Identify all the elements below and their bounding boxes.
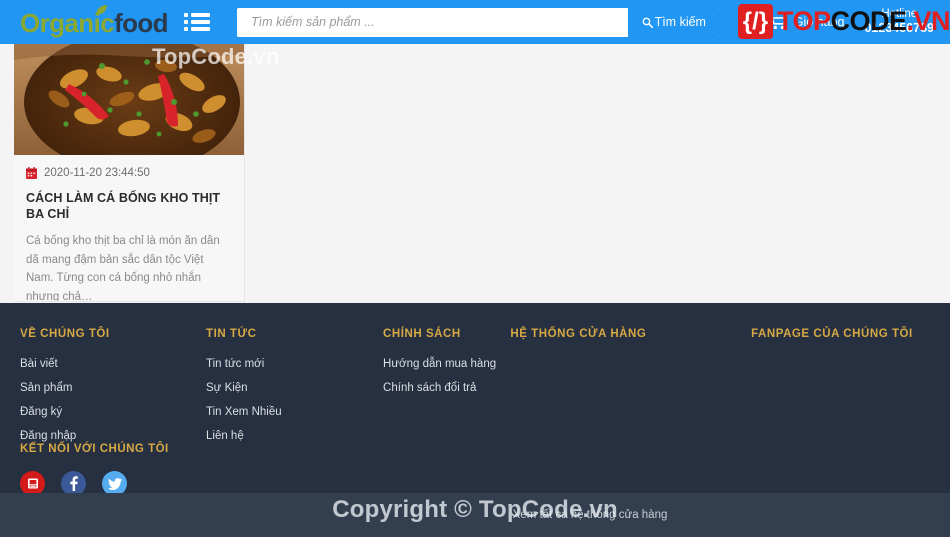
site-logo[interactable]: Organicfood <box>20 5 169 38</box>
facebook-glyph <box>70 476 78 491</box>
calendar-icon <box>26 167 37 179</box>
footer-column-news: TIN TỨC Tin tức mới Sự Kiện Tin Xem Nhiề… <box>206 328 383 454</box>
footer-heading-fanpage: FANPAGE CỦA CHÚNG TÔI <box>751 328 913 340</box>
search-button[interactable]: Tìm kiếm <box>627 7 720 37</box>
article-thumbnail[interactable] <box>14 44 244 155</box>
search-button-label: Tìm kiếm <box>654 15 706 29</box>
article-card[interactable]: 2020-11-20 23:44:50 CÁCH LÀM CÁ BỐNG KHO… <box>14 44 245 302</box>
dish-photo <box>14 44 244 155</box>
youtube-glyph <box>27 478 38 489</box>
search-box: Tìm kiếm <box>236 7 720 37</box>
footer-link-san-pham[interactable]: Sản phẩm <box>20 382 206 394</box>
footer-heading-connect: KẾT NỐI VỚI CHÚNG TÔI <box>20 443 169 455</box>
footer-heading-about: VỀ CHÚNG TÔI <box>20 328 110 340</box>
footer-column-about: VỀ CHÚNG TÔI Bài viết Sản phẩm Đăng ký Đ… <box>20 328 206 454</box>
search-input[interactable] <box>236 7 628 37</box>
article-date: 2020-11-20 23:44:50 <box>44 167 150 179</box>
footer-link-dang-nhap[interactable]: Đăng nhập <box>20 430 206 442</box>
twitter-glyph <box>107 477 122 490</box>
footer-column-fanpage: FANPAGE CỦA CHÚNG TÔI <box>751 328 950 454</box>
hotline-number: 0123456789 <box>864 21 934 36</box>
main-content: 2020-11-20 23:44:50 CÁCH LÀM CÁ BỐNG KHO… <box>0 44 950 303</box>
header-right-group: Giỏ hàng Hotline 0123456789 <box>767 8 938 36</box>
footer-link-tin-xem-nhieu[interactable]: Tin Xem Nhiều <box>206 406 383 418</box>
footer-link-dang-ky[interactable]: Đăng ký <box>20 406 206 418</box>
footer-heading-news: TIN TỨC <box>206 328 257 340</box>
search-icon <box>642 17 653 28</box>
cart-button[interactable]: Giỏ hàng <box>767 14 845 30</box>
footer-bottom-bar: Xem tất cả hệ thống cửa hàng <box>0 493 950 537</box>
list-menu-icon[interactable] <box>183 11 210 33</box>
article-title[interactable]: CÁCH LÀM CÁ BỐNG KHO THỊT BA CHỈ <box>26 190 232 222</box>
page-root: Organicfood Tìm kiếm sản phẩm ... Tìm ki… <box>0 0 950 537</box>
footer-connect-block: KẾT NỐI VỚI CHÚNG TÔI <box>20 443 169 496</box>
footer-link-tin-tuc-moi[interactable]: Tin tức mới <box>206 358 383 370</box>
footer-link-su-kien[interactable]: Sự Kiện <box>206 382 383 394</box>
article-excerpt: Cá bống kho thịt ba chỉ là món ăn dân dã… <box>26 235 220 302</box>
shopping-cart-icon <box>767 14 787 30</box>
footer-heading-policy: CHÍNH SÁCH <box>383 328 461 340</box>
footer-column-policy: CHÍNH SÁCH Hướng dẫn mua hàng Chính sách… <box>383 328 510 454</box>
leaf-icon <box>96 5 107 15</box>
site-footer: VỀ CHÚNG TÔI Bài viết Sản phẩm Đăng ký Đ… <box>0 303 950 496</box>
cart-label: Giỏ hàng <box>793 15 845 29</box>
footer-link-lien-he[interactable]: Liên hệ <box>206 430 383 442</box>
footer-link-chinh-sach-doi-tra[interactable]: Chính sách đổi trả <box>383 382 510 394</box>
site-header: Organicfood Tìm kiếm sản phẩm ... Tìm ki… <box>0 0 950 44</box>
footer-columns: VỀ CHÚNG TÔI Bài viết Sản phẩm Đăng ký Đ… <box>20 328 950 454</box>
footer-column-stores: HỆ THỐNG CỬA HÀNG <box>510 328 751 454</box>
footer-heading-stores: HỆ THỐNG CỬA HÀNG <box>510 328 647 340</box>
footer-link-bai-viet[interactable]: Bài viết <box>20 358 206 370</box>
footer-link-huong-dan-mua-hang[interactable]: Hướng dẫn mua hàng <box>383 358 510 370</box>
article-body: 2020-11-20 23:44:50 CÁCH LÀM CÁ BỐNG KHO… <box>14 155 244 302</box>
logo-text-food: food <box>114 8 169 38</box>
hotline-label: Hotline <box>881 8 918 21</box>
view-all-stores-link[interactable]: Xem tất cả hệ thống cửa hàng <box>513 509 668 521</box>
article-date-row: 2020-11-20 23:44:50 <box>26 167 232 179</box>
hotline-block: Hotline 0123456789 <box>864 8 934 36</box>
